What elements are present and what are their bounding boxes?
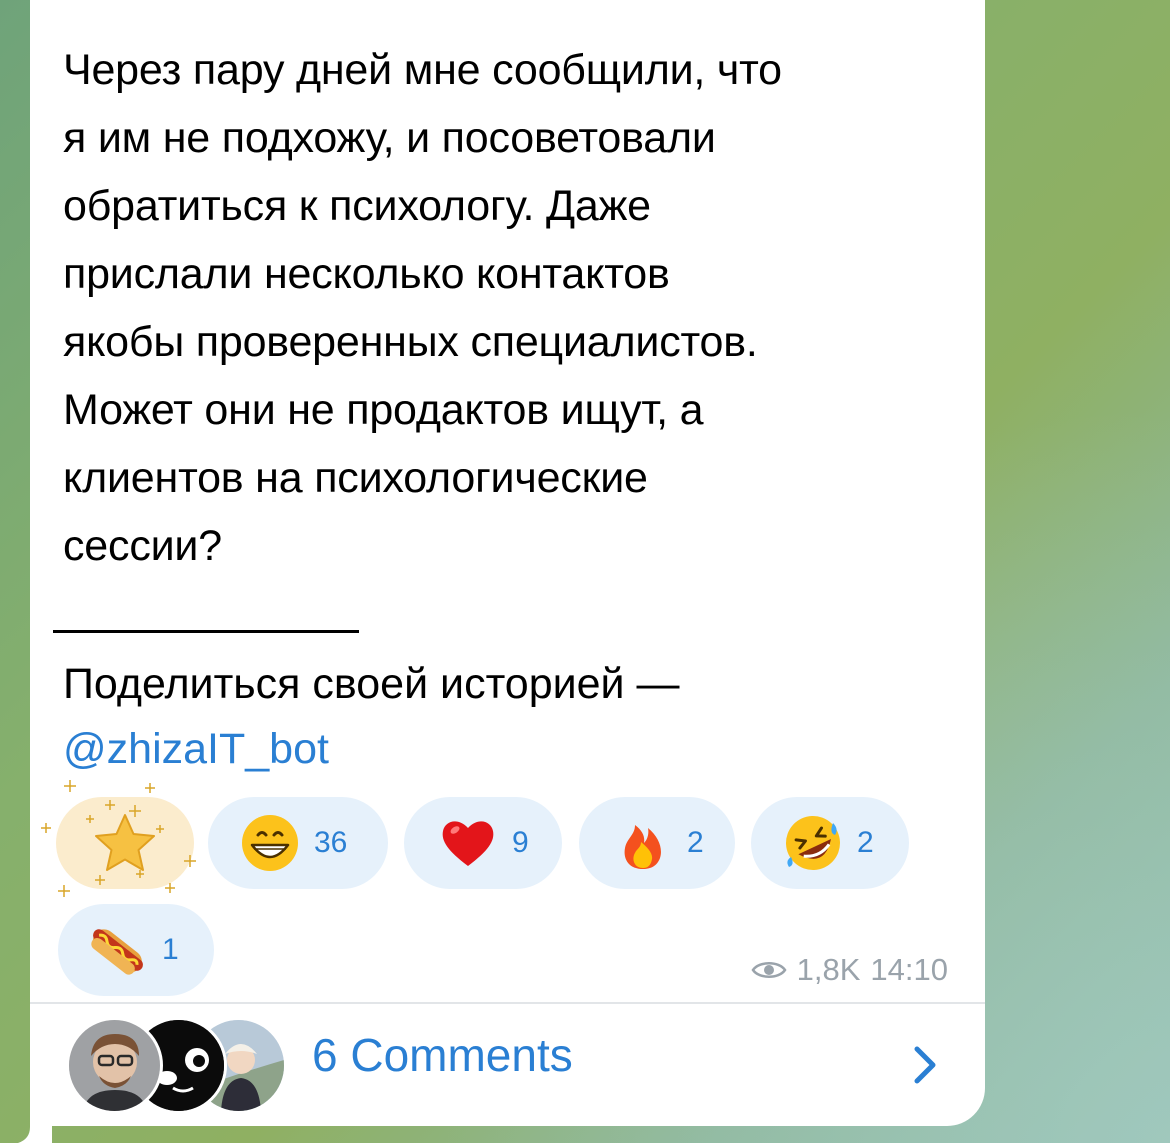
reaction-fire[interactable]: 2 bbox=[579, 797, 735, 889]
reaction-count: 36 bbox=[314, 826, 348, 859]
reaction-hotdog[interactable]: 1 bbox=[58, 904, 214, 996]
views-count: 1,8K bbox=[796, 952, 861, 987]
share-story-text: Поделиться своей историей — bbox=[63, 660, 680, 708]
hot-dog-icon bbox=[91, 929, 143, 975]
reaction-heart[interactable]: 9 bbox=[404, 797, 562, 889]
user-photo-icon bbox=[69, 1020, 160, 1111]
comments-link[interactable]: 6 Comments bbox=[312, 1028, 573, 1082]
message-time: 14:10 bbox=[870, 952, 948, 987]
bot-mention-link[interactable]: @zhizaIT_bot bbox=[63, 715, 329, 783]
red-heart-icon bbox=[442, 821, 494, 866]
reaction-grinning[interactable]: 36 bbox=[208, 797, 388, 889]
separator-line bbox=[53, 630, 359, 633]
message-meta: 1,8K 14:10 bbox=[751, 952, 948, 988]
grinning-face-icon bbox=[242, 815, 298, 871]
reaction-count: 2 bbox=[687, 826, 704, 859]
star-icon bbox=[95, 814, 155, 871]
rolling-laughing-icon bbox=[786, 816, 840, 870]
chevron-right-icon[interactable] bbox=[905, 1043, 945, 1087]
avatar bbox=[66, 1017, 163, 1114]
fire-icon bbox=[624, 825, 661, 869]
comments-divider bbox=[30, 1002, 985, 1004]
reaction-count: 9 bbox=[512, 826, 529, 859]
commenter-avatars[interactable] bbox=[66, 1017, 287, 1114]
eye-icon bbox=[751, 962, 787, 978]
reaction-rofl[interactable]: 2 bbox=[751, 797, 909, 889]
reaction-count: 2 bbox=[857, 826, 874, 859]
message-text: Через пару дней мне сообщили, что я им н… bbox=[63, 46, 782, 570]
reaction-count: 1 bbox=[162, 933, 179, 966]
